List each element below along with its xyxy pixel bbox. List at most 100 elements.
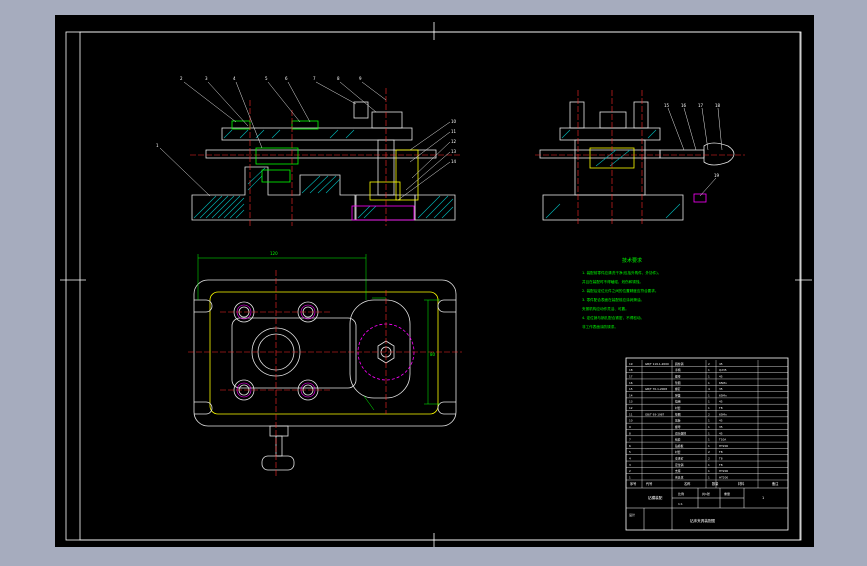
bom-cell: 8 xyxy=(629,431,631,435)
balloon-18: 18 xyxy=(715,103,721,108)
bom-cell: 5 xyxy=(629,450,631,454)
bom-cell: 1 xyxy=(708,374,710,378)
title-scale-value: 1:1 xyxy=(678,502,683,506)
bom-cell: 45 xyxy=(719,374,723,378)
bom-cell: 1 xyxy=(708,438,710,442)
title-scale-label: 比例 xyxy=(678,491,684,496)
title-mark: 1 xyxy=(762,496,764,500)
bom-cell: T8 xyxy=(718,463,723,467)
bom-cell: 1 xyxy=(708,406,710,410)
bom-cell: 45 xyxy=(719,431,723,435)
tech-note-line-5: 夹紧机构应动作灵活、可靠。 xyxy=(582,306,629,311)
bom-header-seq: 序号 xyxy=(630,481,636,486)
tech-notes-title: 技术要求 xyxy=(622,257,642,264)
bom-cell: 双头螺柱 xyxy=(675,431,686,435)
bom-cell: 1 xyxy=(708,400,710,404)
bom-cell: 45 xyxy=(719,419,723,423)
bom-cell: GB/T 119.1-2000 xyxy=(645,362,669,366)
bom-cell: 16 xyxy=(629,381,633,385)
bom-cell: 2 xyxy=(708,412,710,416)
balloon-17: 17 xyxy=(698,103,704,108)
bom-cell: 2 xyxy=(708,457,710,461)
bom-cell: 1 xyxy=(708,431,710,435)
bom-cell: 12 xyxy=(629,406,633,410)
bom-cell: 1 xyxy=(708,444,710,448)
bom-cell: 手柄 xyxy=(675,368,681,372)
bom-cell: 定位销 xyxy=(675,463,684,467)
bom-cell: 1 xyxy=(708,419,710,423)
bom-cell: 衬套 xyxy=(675,406,681,410)
bom-cell: 螺钉 xyxy=(675,387,681,391)
bom-cell: 支座 xyxy=(675,469,681,473)
bom-cell: 钻套 xyxy=(675,438,681,442)
bom-cell: HT200 xyxy=(719,444,728,448)
bom-cell: 15 xyxy=(629,387,633,391)
balloon-10: 10 xyxy=(451,119,457,124)
balloon-12: 12 xyxy=(451,139,457,144)
bom-cell: 2 xyxy=(629,469,631,473)
bom-cell: 支承钉 xyxy=(675,457,684,461)
title-designer: 设计 xyxy=(629,512,635,517)
bom-cell: T8 xyxy=(718,450,723,454)
bom-cell: 圆柱销 xyxy=(675,362,684,366)
cad-viewport[interactable]: 2 3 4 5 6 7 8 9 1 10 11 12 13 14 15 16 1… xyxy=(0,0,867,562)
balloon-11: 11 xyxy=(451,129,457,134)
title-drawing-name: 钻床夹具装配图 xyxy=(690,518,716,523)
bom-cell: 4 xyxy=(708,387,710,391)
bom-cell: 挡销 xyxy=(675,400,681,404)
bom-cell: 18 xyxy=(629,368,633,372)
bom-header-code: 代号 xyxy=(646,481,652,486)
bom-cell: HT200 xyxy=(719,469,728,473)
bom-cell: 65Mn xyxy=(719,412,727,416)
bom-cell: 螺母 xyxy=(675,425,681,429)
bom-cell: 9 xyxy=(629,425,631,429)
bom-cell: 65Mn xyxy=(719,381,727,385)
balloon-13: 13 xyxy=(451,149,457,154)
bom-cell: 1 xyxy=(708,368,710,372)
bom-cell: 19 xyxy=(629,362,633,366)
bom-cell: 弹簧 xyxy=(675,393,681,397)
bom-cell: 11 xyxy=(629,412,633,416)
bom-cell: 6 xyxy=(629,444,631,448)
bom-cell: 压板 xyxy=(675,419,681,423)
bom-header-qty: 数量 xyxy=(712,481,719,486)
balloon-14: 14 xyxy=(451,159,457,164)
title-weight-label: 重量 xyxy=(724,491,730,496)
drawing-canvas[interactable]: 2 3 4 5 6 7 8 9 1 10 11 12 13 14 15 16 1… xyxy=(0,0,867,562)
bom-cell: GB/T 93-1987 xyxy=(645,412,665,416)
bom-cell: Q235 xyxy=(719,368,727,372)
bom-cell: HT200 xyxy=(719,476,728,480)
bom-cell: 14 xyxy=(629,393,633,397)
bom-cell: 35 xyxy=(719,425,723,429)
bom-header-note: 备注 xyxy=(772,481,779,486)
tech-note-line-6: 4. 定位销与销孔配合紧密，不得松动。 xyxy=(582,315,644,320)
bom-header-name: 名称 xyxy=(684,481,691,486)
bom-cell: GB/T 70.1-2008 xyxy=(645,387,667,391)
bom-cell: 3 xyxy=(629,463,631,467)
bom-cell: 螺母 xyxy=(675,374,681,378)
tech-note-line-3: 2. 装配后定位元件之间的位置精度应符合要求。 xyxy=(582,288,658,293)
bom-cell: 7 xyxy=(629,438,631,442)
bom-cell: 1 xyxy=(708,469,710,473)
bom-cell: 1 xyxy=(629,476,631,480)
bom-cell: 1 xyxy=(708,425,710,429)
bom-cell: 夹具体 xyxy=(675,476,684,480)
tech-note-line-4: 3. 零件配合表面在装配前应涂润滑油。 xyxy=(582,297,644,302)
bom-cell: 1 xyxy=(708,381,710,385)
bom-cell: 垫圈 xyxy=(675,381,681,385)
tech-note-line-2: 并且在装配时不得磕碰、划伤和锈蚀。 xyxy=(582,279,643,284)
bom-cell: 45 xyxy=(719,362,723,366)
balloon-15: 15 xyxy=(664,103,670,108)
bom-cell: 1 xyxy=(708,393,710,397)
title-sheet-label: 共1张 xyxy=(702,491,710,496)
title-drawing-label: 钻模装配 xyxy=(648,495,663,500)
bom-cell: 65Mn xyxy=(719,393,727,397)
bom-cell: 13 xyxy=(629,400,633,404)
bom-cell: 1 xyxy=(708,463,710,467)
bom-cell: T8 xyxy=(718,406,723,410)
bom-cell: 2 xyxy=(708,450,710,454)
balloon-19: 19 xyxy=(714,173,720,178)
tech-note-line-7: 非工作表面涂防锈漆。 xyxy=(582,324,618,329)
bom-cell: 10 xyxy=(629,419,633,423)
dimension-right: 80 xyxy=(430,352,436,357)
